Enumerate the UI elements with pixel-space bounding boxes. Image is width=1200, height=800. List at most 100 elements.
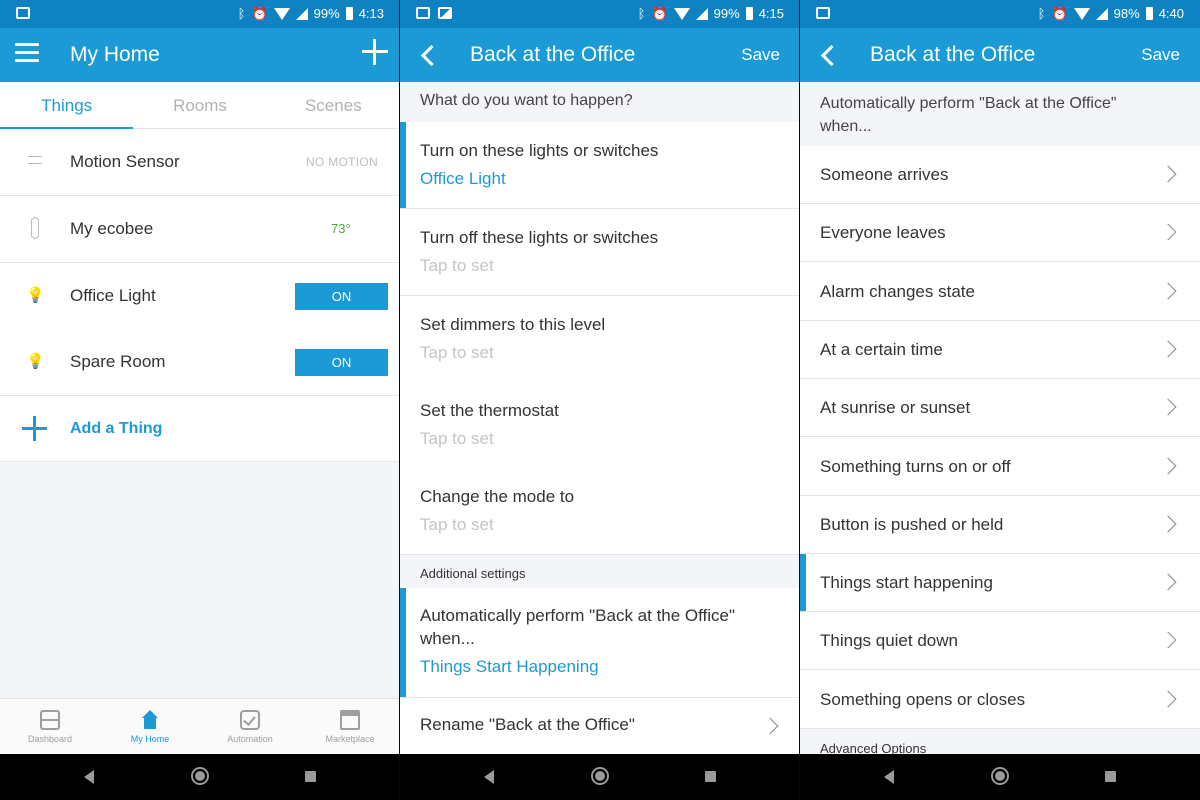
- panel-divider: [399, 0, 400, 800]
- action-row-dimmers[interactable]: Set dimmers to this level Tap to set: [400, 296, 800, 383]
- system-nav-bar: [800, 754, 1200, 800]
- scene-edit-screen: ᛒ ⏰ 99% 4:15 Back at the Office Save Wha…: [400, 0, 800, 800]
- lightbulb-icon: 💡: [26, 287, 45, 304]
- back-arrow-icon[interactable]: [420, 44, 438, 66]
- mail-notification-icon: [16, 7, 30, 19]
- tab-rooms[interactable]: Rooms: [133, 82, 266, 128]
- system-back-icon[interactable]: [484, 770, 494, 784]
- add-icon[interactable]: [362, 39, 388, 65]
- row-value: Tap to set: [420, 343, 494, 362]
- thing-row-motion-sensor[interactable]: Motion Sensor NO MOTION: [0, 129, 400, 196]
- menu-icon[interactable]: [15, 43, 39, 63]
- chevron-right-icon: [1159, 515, 1177, 533]
- bluetooth-icon: ᛒ: [637, 5, 646, 21]
- save-button[interactable]: Save: [1141, 45, 1180, 65]
- status-bar: ᛒ ⏰ 99% 4:13: [0, 0, 400, 28]
- trigger-row[interactable]: Something turns on or off: [800, 438, 1200, 496]
- action-row-turn-on[interactable]: Turn on these lights or switches Office …: [400, 122, 800, 209]
- trigger-row[interactable]: Everyone leaves: [800, 204, 1200, 262]
- trigger-row[interactable]: At sunrise or sunset: [800, 379, 1200, 437]
- action-row-mode[interactable]: Change the mode to Tap to set: [400, 468, 800, 555]
- bottom-nav: Dashboard My Home Automation Marketplace: [0, 698, 400, 754]
- row-label: Rename "Back at the Office": [420, 715, 635, 734]
- trigger-row[interactable]: Button is pushed or held: [800, 496, 1200, 554]
- mail-notification-icon: [816, 7, 830, 19]
- trigger-row[interactable]: At a certain time: [800, 321, 1200, 379]
- system-recents-icon[interactable]: [305, 771, 316, 782]
- empty-area: [0, 462, 400, 698]
- app-bar: Back at the Office Save: [400, 28, 800, 82]
- auto-perform-row[interactable]: Automatically perform "Back at the Offic…: [400, 588, 800, 698]
- row-value: Tap to set: [420, 515, 494, 534]
- system-home-icon[interactable]: [991, 767, 1009, 785]
- home-icon: [140, 710, 160, 730]
- chevron-right-icon: [1159, 631, 1177, 649]
- trigger-row[interactable]: Things quiet down: [800, 612, 1200, 670]
- thing-row-office-light[interactable]: 💡 Office Light ON: [0, 263, 400, 330]
- system-nav-bar: [0, 754, 400, 800]
- row-label: Alarm changes state: [820, 282, 975, 301]
- tab-scenes[interactable]: Scenes: [267, 82, 400, 128]
- system-back-icon[interactable]: [884, 770, 894, 784]
- system-home-icon[interactable]: [191, 767, 209, 785]
- save-button[interactable]: Save: [741, 45, 780, 65]
- swap-arrows-icon: [26, 153, 44, 171]
- nav-automation[interactable]: Automation: [200, 699, 300, 754]
- thing-row-spare-room[interactable]: 💡 Spare Room ON: [0, 329, 400, 396]
- panel-divider: [799, 0, 800, 800]
- thermometer-icon: [26, 217, 44, 239]
- add-thing-label: Add a Thing: [70, 420, 163, 437]
- tab-things[interactable]: Things: [0, 82, 134, 129]
- store-icon: [340, 710, 360, 730]
- bluetooth-icon: ᛒ: [237, 5, 246, 21]
- chevron-right-icon: [1159, 457, 1177, 475]
- row-value: Office Light: [420, 169, 506, 188]
- cell-signal-icon: [695, 7, 708, 20]
- system-home-icon[interactable]: [591, 767, 609, 785]
- on-toggle-button[interactable]: ON: [295, 349, 388, 376]
- trigger-row[interactable]: Things start happening: [800, 554, 1200, 612]
- thing-label: My ecobee: [70, 219, 154, 238]
- battery-percent: 98%: [1113, 6, 1140, 21]
- app-bar: Back at the Office Save: [800, 28, 1200, 82]
- nav-my-home[interactable]: My Home: [100, 699, 200, 754]
- action-row-thermostat[interactable]: Set the thermostat Tap to set: [400, 382, 800, 469]
- system-back-icon[interactable]: [84, 770, 94, 784]
- action-row-turn-off[interactable]: Turn off these lights or switches Tap to…: [400, 209, 800, 296]
- trigger-row[interactable]: Something opens or closes: [800, 671, 1200, 729]
- rename-row[interactable]: Rename "Back at the Office": [400, 698, 800, 754]
- clock: 4:13: [358, 6, 384, 21]
- row-label: Set dimmers to this level: [420, 315, 606, 334]
- thing-row-my-ecobee[interactable]: My ecobee 73°: [0, 196, 400, 263]
- chevron-right-icon: [1159, 690, 1177, 708]
- row-label: At sunrise or sunset: [820, 398, 971, 417]
- page-title: Back at the Office: [470, 43, 636, 66]
- trigger-row[interactable]: Someone arrives: [800, 146, 1200, 204]
- thing-status: NO MOTION: [305, 155, 378, 169]
- system-recents-icon[interactable]: [705, 771, 716, 782]
- row-label: Someone arrives: [820, 165, 949, 184]
- add-thing-button[interactable]: Add a Thing: [0, 396, 400, 462]
- app-bar: My Home: [0, 28, 400, 82]
- on-toggle-button[interactable]: ON: [295, 283, 388, 310]
- row-label: Things start happening: [820, 573, 993, 592]
- nav-label: Automation: [227, 734, 273, 744]
- row-label: At a certain time: [820, 340, 943, 359]
- row-label: Things quiet down: [820, 631, 958, 650]
- chevron-right-icon: [1159, 573, 1177, 591]
- chevron-right-icon: [1159, 165, 1177, 183]
- nav-dashboard[interactable]: Dashboard: [0, 699, 100, 754]
- row-label: Something opens or closes: [820, 690, 1026, 709]
- system-recents-icon[interactable]: [1105, 771, 1116, 782]
- selected-indicator: [800, 554, 806, 611]
- header-line1: Automatically perform "Back at the Offic…: [820, 95, 1117, 112]
- nav-marketplace[interactable]: Marketplace: [300, 699, 400, 754]
- page-title: Back at the Office: [870, 43, 1036, 66]
- row-label-line1: Automatically perform "Back at the Offic…: [420, 606, 736, 625]
- trigger-row[interactable]: Alarm changes state: [800, 263, 1200, 321]
- cell-signal-icon: [295, 7, 308, 20]
- tab-bar: Things Rooms Scenes: [0, 82, 400, 129]
- row-value: Tap to set: [420, 256, 494, 275]
- system-nav-bar: [400, 754, 800, 800]
- back-arrow-icon[interactable]: [820, 44, 838, 66]
